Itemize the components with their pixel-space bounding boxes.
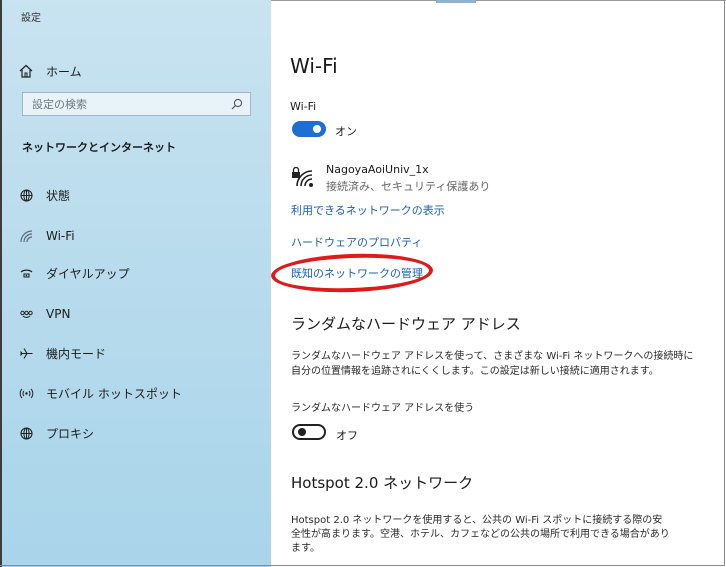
random-hw-desc-2: 自分の位置情報を追跡されにくくします。この設定は新しい接続に適用されます。 [291,366,659,377]
search-placeholder: 設定の検索 [32,98,87,111]
hotspot-desc-3: ます。 [291,543,320,554]
sidebar-item-label: モバイル ホットスポット [46,386,182,401]
wifi-icon [16,226,36,246]
hotspot-heading: Hotspot 2.0 ネットワーク [291,474,474,492]
network-card[interactable] [291,163,321,189]
vpn-icon [16,304,36,324]
sidebar-item-label: プロキシ [46,426,95,441]
hotspot-icon [16,383,36,403]
network-name: NagoyaAoiUniv_1x [326,163,429,176]
proxy-globe-icon [16,423,36,443]
sidebar-item-hotspot[interactable]: モバイル ホットスポット [16,382,182,404]
sidebar-item-airplane[interactable]: 機内モード [16,342,106,364]
sidebar-item-label: 状態 [46,188,71,203]
random-hw-heading: ランダムなハードウェア アドレス [291,315,521,333]
sidebar-item-proxy[interactable]: プロキシ [16,422,94,444]
hardware-properties-link[interactable]: ハードウェアのプロパティ [291,234,422,250]
wifi-toggle-state: オン [335,125,357,138]
home-icon [16,61,36,81]
search-input[interactable]: 設定の検索 [22,92,251,116]
show-networks-link[interactable]: 利用できるネットワークの表示 [291,202,445,218]
dialup-icon [16,263,36,283]
sidebar-item-wifi[interactable]: Wi-Fi [16,225,75,247]
sidebar: 設定 ホーム 設定の検索 ネットワークとインターネット 状態 Wi-Fi ダイヤ… [0,0,271,567]
sidebar-item-home[interactable]: ホーム [16,60,82,82]
app-title: 設定 [21,13,41,24]
wifi-signal-icon [295,169,315,191]
manage-known-networks-link[interactable]: 既知のネットワークの管理 [291,265,423,281]
search-icon [230,97,244,114]
wifi-toggle[interactable] [292,121,326,137]
random-hw-desc-1: ランダムなハードウェア アドレスを使って、さまざまな Wi-Fi ネットワークへ… [291,351,694,362]
random-hw-toggle-state: オフ [336,429,358,442]
wifi-toggle-label: Wi-Fi [290,100,317,113]
sidebar-item-status[interactable]: 状態 [16,184,70,206]
globe-icon [16,185,36,205]
airplane-icon [16,343,36,363]
sidebar-item-label: 機内モード [46,346,107,361]
hotspot-desc-2: 全性が高まります。空港、ホテル、カフェなどの公共の場所で利用できる場合があり [291,529,670,540]
sidebar-item-label: Wi-Fi [46,229,75,243]
main-content: Wi-Fi Wi-Fi オン NagoyaAoiUniv_1x 接続済み、セキュ… [271,0,726,567]
sidebar-item-vpn[interactable]: VPN [16,303,70,325]
section-title: ネットワークとインターネット [22,141,176,154]
network-status: 接続済み、セキュリティ保護あり [326,180,491,193]
hotspot-desc-1: Hotspot 2.0 ネットワークを使用すると、公共の Wi-Fi スポットに… [291,515,663,526]
random-hw-toggle-label: ランダムなハードウェア アドレスを使う [291,403,475,414]
sidebar-item-dialup[interactable]: ダイヤルアップ [16,262,130,284]
sidebar-item-label: ダイヤルアップ [46,266,130,281]
page-title: Wi-Fi [290,54,338,78]
sidebar-item-label: VPN [46,307,71,321]
sidebar-item-label: ホーム [46,64,82,79]
random-hw-toggle[interactable] [292,424,326,440]
